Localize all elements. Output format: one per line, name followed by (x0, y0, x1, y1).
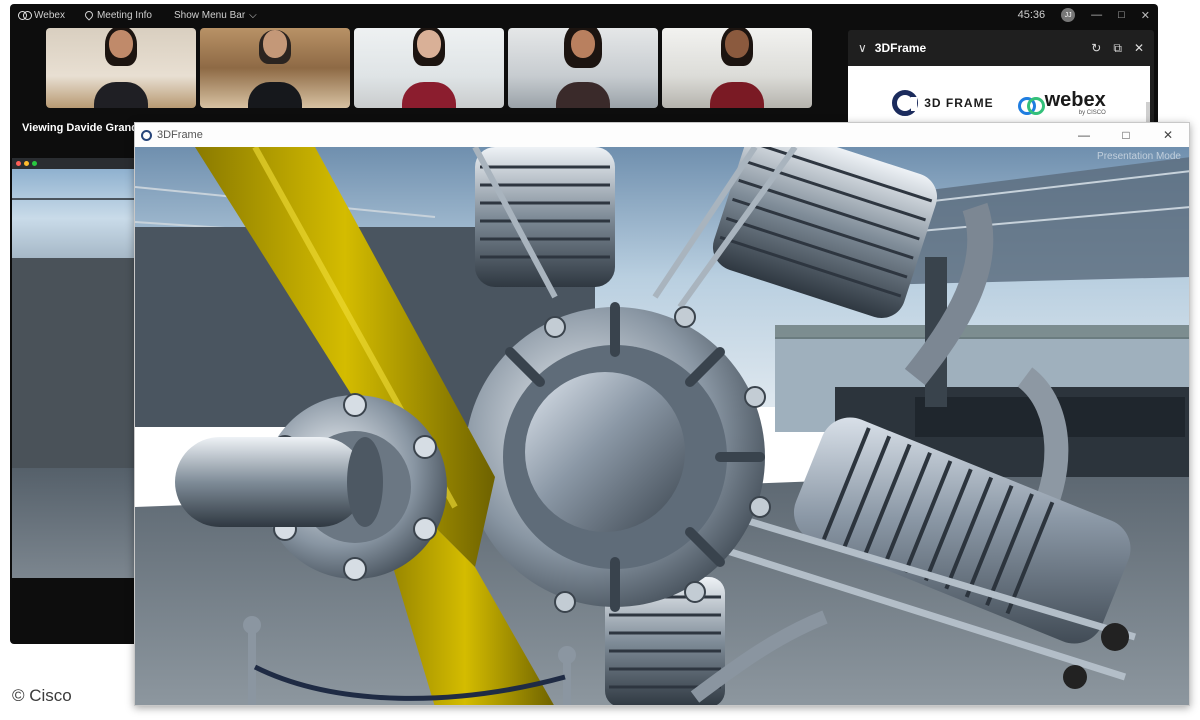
app-panel-title: 3DFrame (874, 41, 927, 55)
participant-video (402, 28, 456, 108)
3dframe-logo-icon (141, 129, 152, 141)
minimize-button[interactable]: — (1063, 123, 1105, 147)
shared-window-bar (12, 158, 152, 169)
minimize-button[interactable]: — (1091, 9, 1102, 21)
close-dot-icon (16, 161, 21, 166)
participant-video (710, 28, 764, 108)
participant-strip (46, 28, 812, 108)
chevron-down-icon: ⌵ (249, 9, 257, 21)
meeting-info-icon (83, 9, 95, 21)
app-panel-header: ∨ 3DFrame ↻ ⧉ ✕ (848, 30, 1154, 66)
webex-mark-icon (1017, 97, 1045, 115)
shared-scene-wall (12, 258, 152, 468)
participant-tile[interactable] (508, 28, 658, 108)
presentation-mode-label: Presentation Mode (1097, 151, 1181, 162)
webex-app-name: Webex (34, 9, 65, 21)
shared-scene-sky (12, 169, 152, 259)
3d-viewport[interactable]: Presentation Mode (135, 126, 1189, 705)
maximize-button[interactable]: □ (1105, 123, 1147, 147)
3dframe-titlebar: 3DFrame — □ ✕ (135, 123, 1189, 147)
maximize-button[interactable]: □ (1118, 9, 1125, 21)
close-button[interactable]: ✕ (1147, 123, 1189, 147)
participant-video (556, 28, 610, 108)
minimize-dot-icon (24, 161, 29, 166)
participant-tile[interactable] (46, 28, 196, 108)
participant-tile[interactable] (200, 28, 350, 108)
participant-tile[interactable] (662, 28, 812, 108)
3dframe-window: 3DFrame — □ ✕ Presentation Mode (134, 122, 1190, 706)
3d-engine-scene (135, 126, 1189, 705)
3dframe-window-title: 3DFrame (157, 129, 203, 141)
show-menu-bar-button[interactable]: Show Menu Bar ⌵ (174, 10, 257, 21)
meeting-timer: 45:36 (1017, 9, 1046, 21)
zoom-dot-icon (32, 161, 37, 166)
3dframe-logo: 3D FRAME (892, 90, 993, 116)
meeting-info-button[interactable]: Meeting Info (83, 9, 152, 21)
3dframe-ring-icon (892, 90, 919, 116)
participant-tile[interactable] (354, 28, 504, 108)
show-menu-bar-label: Show Menu Bar (174, 9, 246, 21)
meeting-info-label: Meeting Info (96, 9, 152, 21)
participant-video (248, 30, 302, 108)
shared-scene-rail (12, 198, 152, 200)
participant-video (94, 28, 148, 108)
webex-brand[interactable]: Webex (18, 10, 65, 21)
refresh-icon[interactable]: ↻ (1091, 41, 1101, 56)
chevron-down-icon[interactable]: ∨ (858, 41, 867, 55)
copyright-text: © Cisco (12, 686, 72, 705)
viewing-share-label: Viewing Davide Grand (22, 122, 138, 134)
close-button[interactable]: ✕ (1141, 9, 1150, 22)
shared-scene-floor (12, 468, 152, 578)
shared-screen (12, 158, 152, 578)
popout-icon[interactable]: ⧉ (1113, 41, 1122, 56)
webex-cisco-logo: webex by CISCO (1017, 90, 1106, 116)
webex-logo-icon (18, 11, 32, 20)
close-icon[interactable]: ✕ (1134, 41, 1144, 56)
webex-titlebar: Webex Meeting Info Show Menu Bar ⌵ 45:36… (10, 4, 1158, 26)
avatar[interactable]: JJ (1061, 8, 1076, 22)
